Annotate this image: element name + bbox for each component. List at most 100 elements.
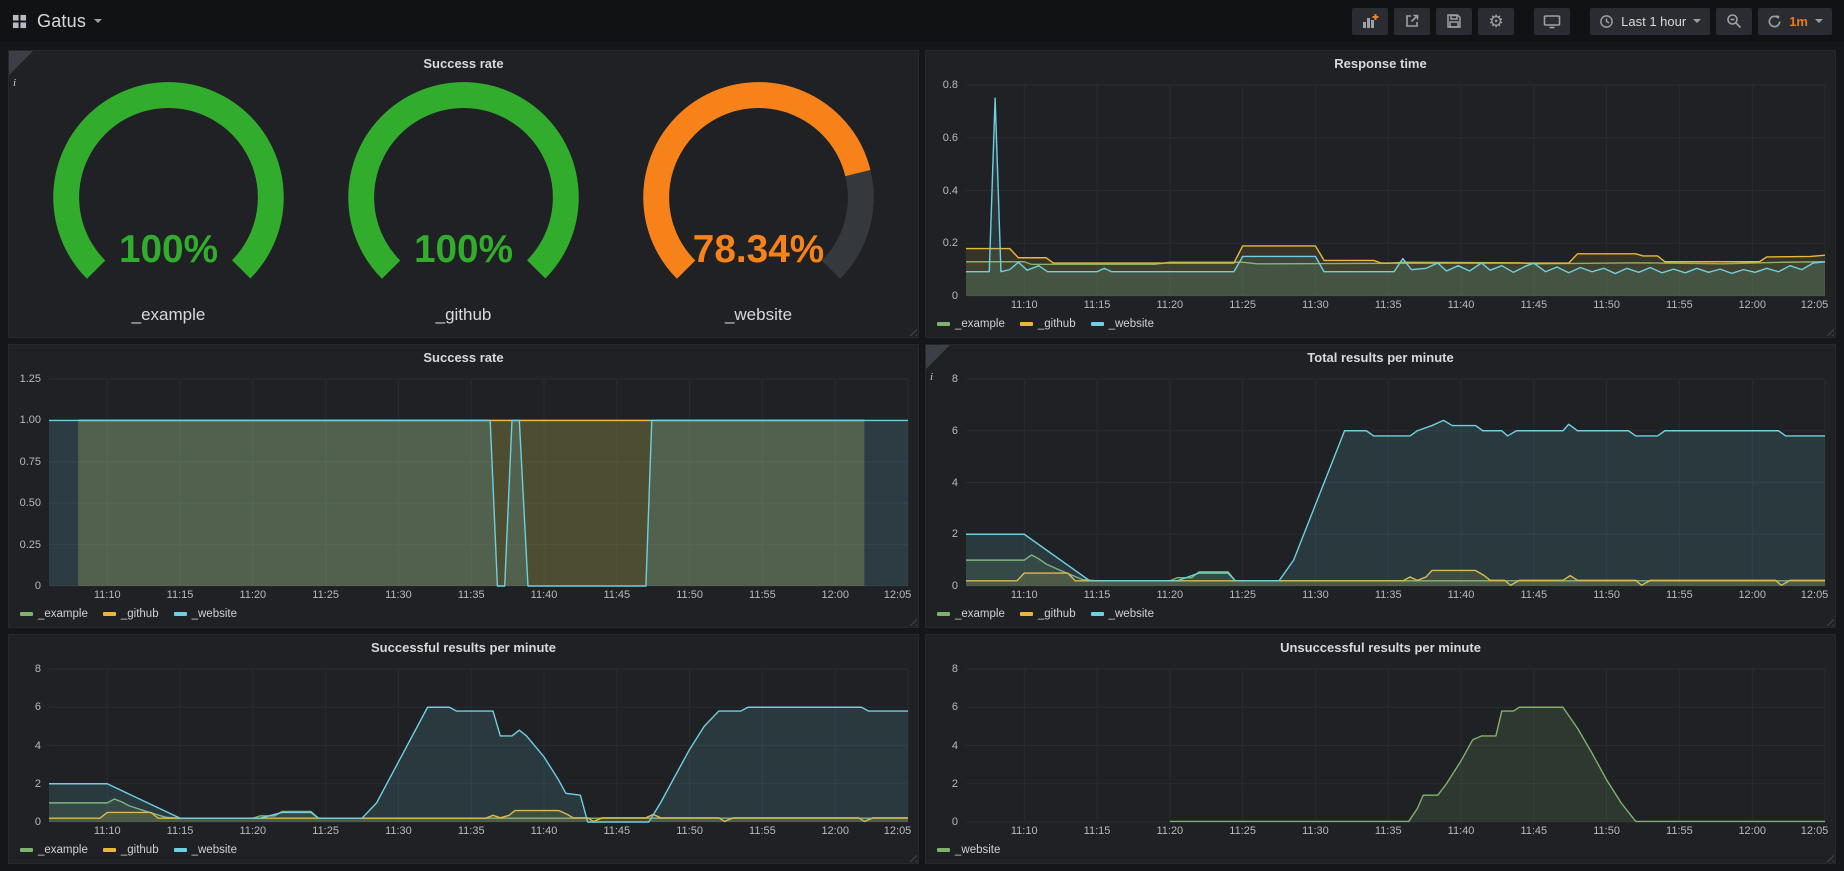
legend-item-_github[interactable]: _github bbox=[1020, 608, 1076, 620]
legend-swatch bbox=[937, 322, 950, 326]
series-fill-_website bbox=[966, 420, 1825, 586]
panel-title[interactable]: Success rate bbox=[9, 345, 918, 369]
x-axis-label: 11:30 bbox=[385, 589, 412, 601]
x-axis-label: 11:35 bbox=[458, 825, 485, 837]
x-axis-label: 11:10 bbox=[94, 589, 121, 601]
legend-item-_example[interactable]: _example bbox=[937, 608, 1005, 620]
x-axis-label: 11:55 bbox=[1666, 825, 1693, 837]
legend-swatch bbox=[20, 848, 33, 852]
x-axis-label: 11:40 bbox=[531, 825, 558, 837]
chart-canvas bbox=[49, 669, 908, 822]
x-axis-label: 11:20 bbox=[239, 825, 266, 837]
save-button[interactable] bbox=[1436, 8, 1472, 35]
legend-label: _example bbox=[38, 844, 88, 856]
zoom-out-button[interactable] bbox=[1716, 8, 1752, 35]
x-axis-label: 11:50 bbox=[1593, 299, 1620, 311]
legend-label: _github bbox=[1038, 608, 1076, 620]
y-axis-label: 0.8 bbox=[943, 79, 958, 91]
series-fill-_website bbox=[1170, 707, 1825, 822]
x-axis-label: 11:40 bbox=[1448, 589, 1475, 601]
legend-item-_website[interactable]: _website bbox=[937, 844, 1000, 856]
y-axis-label: 8 bbox=[952, 663, 958, 675]
x-axis-label: 11:55 bbox=[1666, 299, 1693, 311]
add-panel-button[interactable] bbox=[1352, 8, 1388, 35]
chart-legend: _example _github _website bbox=[932, 313, 1825, 334]
legend-label: _github bbox=[121, 844, 159, 856]
time-range-button[interactable]: Last 1 hour bbox=[1590, 8, 1710, 35]
panel-title[interactable]: Total results per minute bbox=[926, 345, 1835, 369]
x-axis-label: 11:40 bbox=[531, 589, 558, 601]
legend-label: _website bbox=[1109, 608, 1154, 620]
panel-title[interactable]: Success rate bbox=[9, 51, 918, 75]
panel-response-time: Response time00.20.40.60.811:1011:1511:2… bbox=[925, 50, 1836, 338]
x-axis-label: 12:00 bbox=[821, 589, 849, 601]
panel-info-icon[interactable]: i bbox=[9, 51, 33, 75]
x-axis-label: 11:20 bbox=[1156, 299, 1183, 311]
y-axis-label: 1.00 bbox=[20, 414, 41, 426]
gauge-value: 100% bbox=[119, 228, 218, 271]
legend-item-_website[interactable]: _website bbox=[174, 608, 237, 620]
panel-title[interactable]: Unsuccessful results per minute bbox=[926, 635, 1835, 659]
chevron-down-icon bbox=[1693, 19, 1701, 23]
legend-swatch bbox=[1091, 612, 1104, 616]
x-axis: 11:1011:1511:2011:2511:3011:3511:4011:45… bbox=[49, 822, 908, 839]
y-axis-label: 1.25 bbox=[20, 373, 41, 385]
panel-title[interactable]: Successful results per minute bbox=[9, 635, 918, 659]
y-axis: 02468 bbox=[932, 379, 966, 586]
legend-swatch bbox=[103, 848, 116, 852]
series-fill-_website bbox=[49, 420, 908, 586]
x-axis-label: 11:45 bbox=[603, 825, 630, 837]
refresh-button[interactable]: 1m bbox=[1758, 8, 1832, 35]
legend-swatch bbox=[20, 612, 33, 616]
dashboard-grid-icon[interactable] bbox=[12, 14, 27, 29]
x-axis-label: 11:55 bbox=[749, 589, 776, 601]
settings-button[interactable]: ⚙ bbox=[1478, 8, 1514, 35]
legend-item-_example[interactable]: _example bbox=[937, 318, 1005, 330]
y-axis-label: 4 bbox=[952, 477, 958, 489]
info-letter: i bbox=[13, 77, 16, 89]
legend-label: _website bbox=[955, 844, 1000, 856]
gauge-arc: 100% bbox=[21, 81, 316, 305]
panel-unsuccessful-results-per-minute: Unsuccessful results per minute0246811:1… bbox=[925, 634, 1836, 864]
legend-swatch bbox=[1020, 322, 1033, 326]
chart-total-results-per-minute: 0246811:1011:1511:2011:2511:3011:3511:40… bbox=[926, 369, 1835, 627]
legend-item-_github[interactable]: _github bbox=[103, 844, 159, 856]
legend-item-_website[interactable]: _website bbox=[1091, 608, 1154, 620]
dashboard-title-button[interactable]: Gatus bbox=[37, 11, 102, 32]
panel-success-rate-gauges: iSuccess rate100%_example100%_github78.3… bbox=[8, 50, 919, 338]
y-axis-label: 8 bbox=[952, 373, 958, 385]
chart-response-time: 00.20.40.60.811:1011:1511:2011:2511:3011… bbox=[926, 75, 1835, 337]
x-axis-label: 11:15 bbox=[1084, 299, 1111, 311]
x-axis-label: 11:10 bbox=[1011, 299, 1038, 311]
y-axis-label: 0.4 bbox=[943, 185, 958, 197]
x-axis-label: 11:45 bbox=[1520, 825, 1547, 837]
gauge-label: _example bbox=[132, 305, 206, 335]
x-axis-label: 11:50 bbox=[1593, 825, 1620, 837]
chart-plot bbox=[49, 379, 908, 586]
save-icon bbox=[1446, 13, 1462, 29]
tv-mode-button[interactable] bbox=[1534, 8, 1570, 35]
gauge-value: 100% bbox=[414, 228, 513, 271]
refresh-icon bbox=[1767, 14, 1782, 29]
legend-item-_website[interactable]: _website bbox=[1091, 318, 1154, 330]
x-axis-label: 11:50 bbox=[676, 589, 703, 601]
share-button[interactable] bbox=[1394, 8, 1430, 35]
chart-plot bbox=[966, 669, 1825, 822]
legend-label: _example bbox=[955, 318, 1005, 330]
legend-item-_website[interactable]: _website bbox=[174, 844, 237, 856]
page-title: Gatus bbox=[37, 11, 86, 32]
legend-item-_github[interactable]: _github bbox=[103, 608, 159, 620]
panel-info-icon[interactable]: i bbox=[926, 345, 950, 369]
panel-title[interactable]: Response time bbox=[926, 51, 1835, 75]
legend-label: _website bbox=[192, 608, 237, 620]
panel-successful-results-per-minute: Successful results per minute0246811:101… bbox=[8, 634, 919, 864]
legend-item-_example[interactable]: _example bbox=[20, 608, 88, 620]
navbar: Gatus ⚙ bbox=[0, 0, 1844, 42]
series-line-_github bbox=[966, 246, 1825, 263]
x-axis-label: 11:25 bbox=[312, 825, 339, 837]
dashboard-grid: iSuccess rate100%_example100%_github78.3… bbox=[0, 42, 1844, 871]
x-axis-label: 11:20 bbox=[239, 589, 266, 601]
legend-item-_example[interactable]: _example bbox=[20, 844, 88, 856]
y-axis-label: 0 bbox=[952, 816, 958, 828]
legend-item-_github[interactable]: _github bbox=[1020, 318, 1076, 330]
